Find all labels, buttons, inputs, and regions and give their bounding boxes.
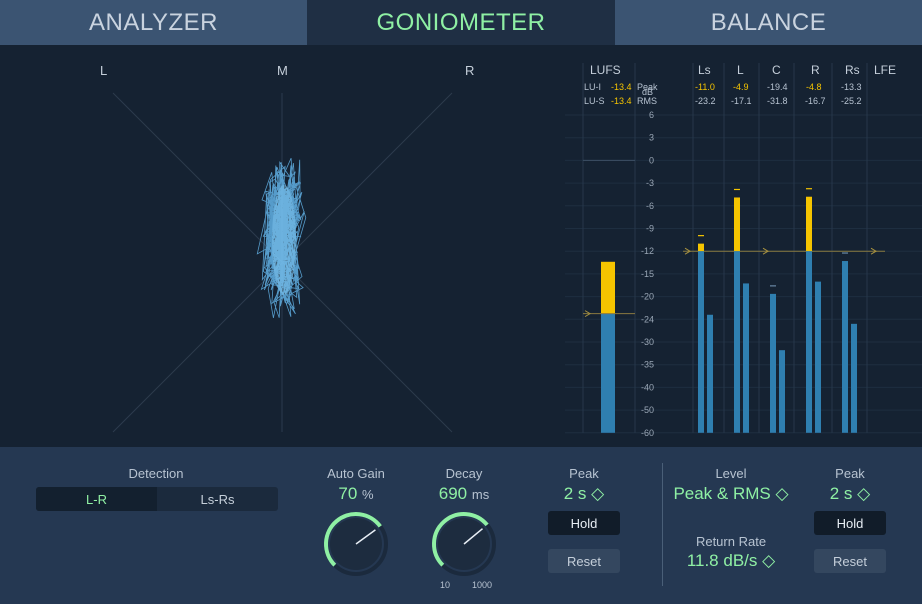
decay-label: Decay bbox=[445, 466, 483, 481]
channel-peak-bar bbox=[842, 261, 848, 433]
goniometer-plot bbox=[112, 92, 453, 433]
goniometer-trace bbox=[256, 157, 307, 318]
level-label: Level bbox=[715, 466, 747, 481]
rs-rms-value: -25.2 bbox=[841, 96, 862, 106]
meter-scale-tick: -40 bbox=[641, 382, 654, 392]
channel-peak-bar bbox=[698, 251, 704, 433]
channel-l-label: L bbox=[737, 63, 744, 77]
meter-scale-tick: 6 bbox=[649, 110, 654, 120]
lus-value: -13.4 bbox=[611, 96, 632, 106]
level-meters: 6 3 0 -3 -6 -9 -12 -15 -20 -24 -30 -35 -40 -50 -60 LUF… bbox=[565, 45, 922, 447]
rms-row-label: RMS bbox=[637, 96, 657, 106]
meter-scale-tick: -20 bbox=[641, 292, 654, 302]
meter-scale-tick: -9 bbox=[646, 224, 654, 234]
decay-value: 690 bbox=[438, 484, 468, 503]
return-rate-label: Return Rate bbox=[695, 534, 767, 549]
peak-hold-time-select-right[interactable]: 2 s ◇ bbox=[804, 484, 896, 504]
channel-ls-label: Ls bbox=[698, 63, 711, 77]
level-mode-select[interactable]: Peak & RMS ◇ bbox=[660, 484, 802, 504]
peak-row-label: Peak bbox=[637, 82, 658, 92]
decay-max-label: 1000 bbox=[472, 580, 493, 590]
decay-min-label: 10 bbox=[440, 580, 451, 590]
meter-scale-tick: -35 bbox=[641, 360, 654, 370]
ls-peak-value: -11.0 bbox=[695, 82, 715, 92]
peak-hold-time-select[interactable]: 2 s ◇ bbox=[538, 484, 630, 504]
l-rms-value: -17.1 bbox=[731, 96, 752, 106]
channel-peak-overload bbox=[734, 197, 740, 252]
l-peak-value: -4.9 bbox=[733, 82, 749, 92]
autogain-unit: % bbox=[362, 487, 374, 502]
channel-rms-bar bbox=[707, 314, 713, 433]
lui-label: LU-I bbox=[584, 82, 602, 92]
return-rate-select[interactable]: 11.8 dB/s ◇ bbox=[660, 551, 802, 571]
hold-button-left[interactable]: Hold bbox=[548, 511, 620, 535]
reset-button-left[interactable]: Reset bbox=[548, 549, 620, 573]
channel-rs-label: Rs bbox=[845, 63, 860, 77]
meter-scale-tick: -6 bbox=[646, 201, 654, 211]
channel-peak-overload bbox=[806, 196, 812, 252]
display-area: L M R 6 3 0 -3 -6 -9 -12 -15 -20 -24 -30 -35 -40 -50 -… bbox=[0, 45, 922, 447]
autogain-knob[interactable] bbox=[321, 509, 391, 579]
peak-hold-time-label-right: Peak bbox=[835, 466, 865, 481]
channel-r-label: R bbox=[811, 63, 820, 77]
autogain-readout: 70 % bbox=[310, 484, 402, 504]
tab-balance[interactable]: BALANCE bbox=[615, 0, 922, 45]
lufs-bar bbox=[601, 313, 615, 433]
meter-scale-tick: -12 bbox=[641, 246, 654, 256]
detection-option-lr[interactable]: L-R bbox=[36, 487, 157, 511]
decay-knob[interactable] bbox=[429, 509, 499, 579]
channel-peak-overload bbox=[698, 243, 704, 252]
autogain-label: Auto Gain bbox=[327, 466, 385, 481]
detection-selector[interactable]: L-R Ls-Rs bbox=[36, 487, 278, 511]
channel-rms-bar bbox=[851, 323, 857, 433]
detection-option-lsrs[interactable]: Ls-Rs bbox=[157, 487, 278, 511]
meter-scale-tick: 3 bbox=[649, 133, 654, 143]
view-tabs: ANALYZER GONIOMETER BALANCE bbox=[0, 0, 922, 45]
tab-goniometer[interactable]: GONIOMETER bbox=[307, 0, 615, 45]
channel-rms-bar bbox=[779, 350, 785, 433]
meter-scale-tick: -15 bbox=[641, 269, 654, 279]
lus-label: LU-S bbox=[584, 96, 605, 106]
meter-scale-tick: -3 bbox=[646, 178, 654, 188]
r-rms-value: -16.7 bbox=[805, 96, 826, 106]
peak-hold-time-label: Peak bbox=[569, 466, 599, 481]
channel-rms-bar bbox=[815, 281, 821, 433]
autogain-value: 70 bbox=[338, 484, 358, 503]
detection-label: Detection bbox=[128, 466, 184, 481]
hold-button-right[interactable]: Hold bbox=[814, 511, 886, 535]
c-peak-value: -19.4 bbox=[767, 82, 788, 92]
meter-scale-tick: 0 bbox=[649, 155, 654, 165]
lufs-bar-overload bbox=[601, 261, 615, 314]
channel-c-label: C bbox=[772, 63, 781, 77]
channel-lfe-label: LFE bbox=[874, 63, 897, 77]
c-rms-value: -31.8 bbox=[767, 96, 788, 106]
channel-rms-bar bbox=[743, 283, 749, 433]
rs-peak-value: -13.3 bbox=[841, 82, 862, 92]
meter-scale-tick: -50 bbox=[641, 405, 654, 415]
channel-peak-bar bbox=[734, 251, 740, 433]
decay-unit: ms bbox=[471, 487, 490, 502]
lui-value: -13.4 bbox=[611, 82, 632, 92]
channel-peak-bar bbox=[770, 293, 776, 433]
r-peak-value: -4.8 bbox=[806, 82, 822, 92]
meter-scale-tick: -24 bbox=[641, 314, 654, 324]
meter-scale-tick: -60 bbox=[641, 428, 654, 438]
tab-analyzer[interactable]: ANALYZER bbox=[0, 0, 307, 45]
meter-scale-tick: -30 bbox=[641, 337, 654, 347]
decay-readout: 690 ms bbox=[418, 484, 510, 504]
lufs-label: LUFS bbox=[590, 63, 621, 77]
ls-rms-value: -23.2 bbox=[695, 96, 716, 106]
goniometer-trace-core bbox=[272, 185, 296, 295]
goniometer-view: L M R bbox=[0, 45, 565, 447]
channel-peak-bar bbox=[806, 251, 812, 433]
reset-button-right[interactable]: Reset bbox=[814, 549, 886, 573]
